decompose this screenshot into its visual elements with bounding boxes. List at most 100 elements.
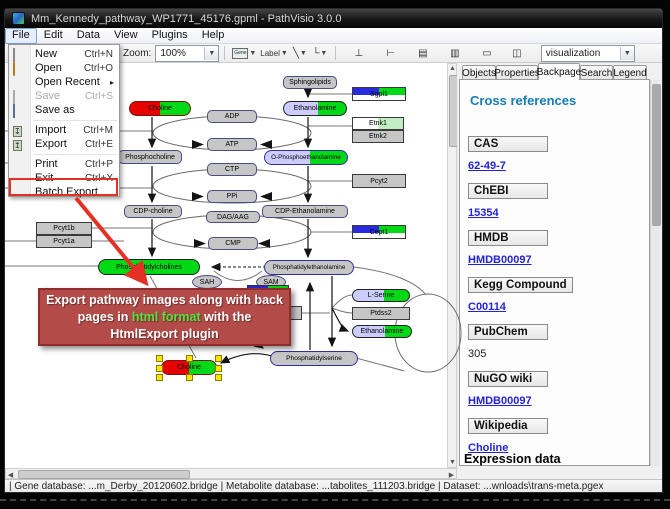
file-menu-new[interactable]: NewCtrl+N [9, 47, 119, 61]
scroll-left-icon[interactable]: ◀ [6, 470, 15, 479]
connector-tool-button[interactable]: └ ▼ [310, 46, 330, 61]
new-label-tool-button[interactable]: Label ▼ [258, 46, 290, 61]
node-dag[interactable]: DAG/AAG [206, 211, 260, 223]
stack-horizontal-button[interactable]: ▥ [445, 46, 465, 61]
tab-properties[interactable]: Properties [496, 65, 538, 80]
xref-header-nugo: NuGO wiki [468, 371, 548, 387]
selection-handle[interactable] [156, 374, 163, 381]
file-menu-export[interactable]: ↥ ExportCtrl+E [9, 137, 119, 151]
file-menu-open-recent[interactable]: Open Recent ▸ [9, 75, 119, 89]
node-cdp-choline[interactable]: CDP-choline [124, 205, 182, 218]
node-o-phosphoethanolamine[interactable]: O-Phosphoethanolamine [264, 150, 348, 165]
batch-export-highlight-box [9, 178, 118, 196]
pathvisio-app-icon [12, 12, 25, 25]
file-menu-import[interactable]: ↧ ImportCtrl+M [9, 123, 119, 137]
selection-handle[interactable] [215, 355, 222, 362]
node-gene-ptdss2[interactable]: Ptdss2 [352, 307, 410, 320]
xref-header-cas: CAS [468, 136, 548, 152]
menu-bar: File Edit Data View Plugins Help [5, 28, 662, 44]
tab-objects[interactable]: Objects [462, 65, 496, 80]
chevron-down-icon: ▼ [320, 50, 327, 57]
xref-header-hmdb: HMDB [468, 230, 548, 246]
xref-link-chebi[interactable]: 15354 [468, 207, 499, 219]
new-file-icon [13, 49, 25, 60]
node-ctp[interactable]: CTP [207, 163, 257, 176]
node-gene-pcyt1a[interactable]: Pcyt1a [36, 235, 92, 248]
chevron-down-icon[interactable]: ▼ [204, 47, 218, 60]
menu-view[interactable]: View [107, 28, 145, 44]
chevron-down-icon[interactable]: ▼ [620, 47, 634, 60]
node-phosphocholine[interactable]: Phosphocholine [118, 150, 182, 164]
scroll-up-icon[interactable]: ▲ [448, 64, 457, 73]
stack-vertical-button[interactable]: ▤ [413, 46, 433, 61]
node-phosphatidylethanolamine[interactable]: Phosphatidylethanolamine [264, 260, 354, 275]
selection-handle[interactable] [215, 365, 222, 372]
file-menu-open[interactable]: OpenCtrl+O [9, 61, 119, 75]
tab-search[interactable]: Search [580, 65, 613, 80]
title-bar[interactable]: Mm_Kennedy_pathway_WP1771_45176.gpml - P… [5, 9, 662, 28]
zoom-combobox[interactable]: 100% ▼ [155, 45, 219, 62]
node-gene-etnk2[interactable]: Etnk2 [352, 130, 404, 143]
tab-legend[interactable]: Legend [613, 65, 647, 80]
visualization-combobox[interactable]: visualization ▼ [541, 45, 635, 62]
cross-references-heading: Cross references [470, 93, 576, 108]
node-atp[interactable]: ATP [207, 138, 257, 151]
line-tool-button[interactable]: ╲ ▼ [290, 46, 310, 61]
node-phosphatidylcholines[interactable]: Phosphatidylcholines [98, 259, 200, 275]
open-folder-icon [13, 63, 25, 74]
node-ethanolamine-bottom[interactable]: Ethanolamine [352, 325, 412, 338]
menu-help[interactable]: Help [195, 28, 232, 44]
menu-data[interactable]: Data [70, 28, 107, 44]
new-gene-tool-button[interactable]: Gene ▼ [230, 46, 258, 61]
node-sah[interactable]: SAH [192, 275, 222, 289]
scrollbar-thumb[interactable] [18, 470, 190, 479]
save-icon [13, 91, 25, 102]
scrollbar-thumb[interactable] [652, 84, 661, 226]
node-choline-top[interactable]: Choline [129, 101, 191, 116]
node-cdp-ethanolamine[interactable]: CDP-Ethanolamine [262, 205, 348, 218]
canvas-vertical-scrollbar[interactable]: ▲ ▼ [447, 63, 457, 468]
tab-backpage[interactable]: Backpage [538, 63, 580, 80]
selection-handle[interactable] [186, 374, 193, 381]
node-ppi[interactable]: PPi [207, 190, 257, 203]
node-choline-bottom-selected[interactable]: Choline [161, 360, 217, 375]
selection-handle[interactable] [215, 374, 222, 381]
selection-handle[interactable] [156, 355, 163, 362]
node-gene-sgpl1[interactable]: Sgpl1 [352, 87, 406, 101]
node-ethanolamine-top[interactable]: Ethanolamine [283, 101, 347, 116]
node-cmp[interactable]: CMP [208, 237, 258, 250]
align-center-x-button[interactable]: ⊥ [349, 46, 369, 61]
file-menu-print[interactable]: PrintCtrl+P [9, 157, 119, 171]
selection-handle[interactable] [186, 355, 193, 362]
align-center-y-button[interactable]: ⊢ [381, 46, 401, 61]
chevron-down-icon: ▼ [300, 50, 307, 57]
scroll-right-icon[interactable]: ▶ [447, 470, 456, 479]
node-gene-etnk1[interactable]: Etnk1 [352, 117, 404, 130]
common-width-button[interactable]: ▭ [477, 46, 497, 61]
node-adp[interactable]: ADP [207, 110, 257, 123]
node-l-serine[interactable]: L-Serine [352, 289, 410, 302]
xref-link-kegg[interactable]: C00114 [468, 301, 506, 313]
xref-link-nugo[interactable]: HMDB00097 [468, 395, 532, 407]
sidebar-scrollbar[interactable] [650, 80, 660, 466]
file-menu-save-as[interactable]: Save as [9, 103, 119, 117]
gene-box-icon: Gene [232, 48, 248, 59]
chevron-down-icon: ▼ [281, 50, 288, 57]
scroll-down-icon[interactable]: ▼ [448, 458, 457, 467]
menu-plugins[interactable]: Plugins [145, 28, 195, 44]
menu-file[interactable]: File [5, 28, 37, 44]
file-menu-save[interactable]: SaveCtrl+S [9, 89, 119, 103]
xref-link-hmdb[interactable]: HMDB00097 [468, 254, 532, 266]
selection-handle[interactable] [156, 365, 163, 372]
node-sphingolipids[interactable]: Sphingolipids [283, 76, 337, 89]
menu-edit[interactable]: Edit [37, 28, 70, 44]
common-height-button[interactable]: ◫ [507, 46, 527, 61]
node-gene-cept1[interactable]: Cept1 [352, 225, 406, 239]
xref-link-cas[interactable]: 62-49-7 [468, 160, 506, 172]
xref-header-kegg: Kegg Compound [468, 277, 573, 293]
node-gene-pcyt2[interactable]: Pcyt2 [352, 174, 406, 188]
node-gene-pcyt1b[interactable]: Pcyt1b [36, 222, 92, 235]
callout-line2: pages in html format with the [78, 309, 252, 326]
node-phosphatidylserine[interactable]: Phosphatidylserine [270, 351, 358, 366]
canvas-horizontal-scrollbar[interactable]: ◀ ▶ [5, 468, 457, 479]
